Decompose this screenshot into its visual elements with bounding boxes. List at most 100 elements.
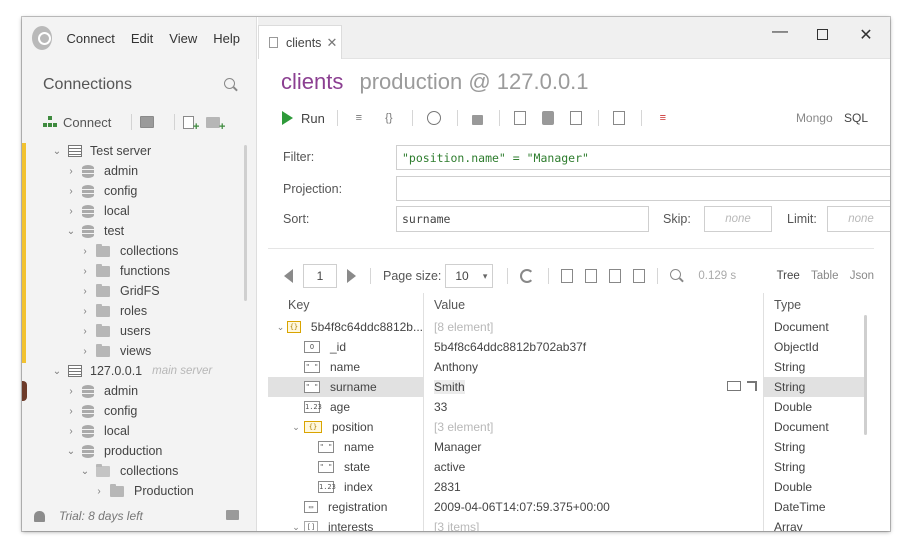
type-cell[interactable]: String	[764, 457, 864, 477]
value-cell[interactable]: Smith	[424, 377, 764, 397]
projection-input[interactable]	[396, 176, 890, 201]
history-icon[interactable]	[426, 111, 441, 125]
skip-input[interactable]: none	[704, 206, 772, 232]
delete-document-icon[interactable]	[633, 269, 646, 283]
grid-scrollbar[interactable]	[864, 315, 867, 435]
next-page-icon[interactable]	[347, 269, 356, 283]
chevron-right-icon[interactable]: ›	[64, 166, 78, 177]
key-cell[interactable]: O _id	[268, 337, 424, 357]
chevron-right-icon[interactable]: ›	[78, 246, 92, 257]
value-cell[interactable]: [3 element]	[424, 417, 764, 437]
grid-row[interactable]: ⌄{} 5b4f8c64ddc8812b... [8 element] Documen…	[268, 317, 874, 337]
grid-row[interactable]: O _id 5b4f8c64ddc8812b702ab37f ObjectId	[268, 337, 874, 357]
paste-icon[interactable]	[541, 111, 554, 125]
type-cell[interactable]: Double	[764, 477, 864, 497]
tree-item-db[interactable]: ⌄ production	[22, 441, 257, 461]
chevron-right-icon[interactable]: ›	[78, 306, 92, 317]
type-cell[interactable]: String	[764, 357, 864, 377]
type-cell[interactable]: Document	[764, 417, 864, 437]
tree-item-folder[interactable]: › collections	[22, 241, 257, 261]
edit-value-icon[interactable]	[727, 381, 741, 391]
tree-item-db[interactable]: › local	[22, 421, 257, 441]
grid-row[interactable]: ▭ registration 2009-04-06T14:07:59.375+00:…	[268, 497, 874, 517]
bell-icon[interactable]	[34, 510, 45, 522]
menu-connect[interactable]: Connect	[66, 31, 114, 46]
close-icon[interactable]: ✕	[856, 25, 876, 45]
previous-page-icon[interactable]	[284, 269, 293, 283]
type-cell[interactable]: Array	[764, 517, 864, 531]
chevron-right-icon[interactable]: ›	[92, 486, 106, 497]
value-cell[interactable]: 33	[424, 397, 764, 417]
key-cell[interactable]: " " name	[268, 357, 424, 377]
copy-icon[interactable]	[513, 111, 526, 125]
new-folder-icon[interactable]	[206, 116, 225, 133]
tree-item-db[interactable]: ⌄ test	[22, 221, 257, 241]
maximize-icon[interactable]	[812, 27, 832, 45]
chevron-right-icon[interactable]: ›	[78, 326, 92, 337]
grid-row[interactable]: 1.23 index 2831 Double	[268, 477, 874, 497]
limit-input[interactable]: none	[827, 206, 890, 232]
value-cell[interactable]: [8 element]	[424, 317, 764, 337]
tree-item-server[interactable]: ⌄ Test server	[22, 141, 257, 161]
value-cell[interactable]: active	[424, 457, 764, 477]
chevron-down-icon[interactable]: ⌄	[290, 422, 302, 433]
tree-item-folder[interactable]: › Production	[22, 481, 257, 501]
chevron-right-icon[interactable]: ›	[78, 286, 92, 297]
menu-view[interactable]: View	[169, 31, 197, 46]
chevron-down-icon[interactable]: ⌄	[64, 446, 78, 457]
tree-item-folder[interactable]: › roles	[22, 301, 257, 321]
refresh-icon[interactable]	[520, 269, 535, 283]
tree-scrollbar[interactable]	[244, 145, 247, 301]
sort-input[interactable]: surname	[396, 206, 649, 232]
view-document-icon[interactable]	[561, 269, 574, 283]
type-cell[interactable]: ObjectId	[764, 337, 864, 357]
tree-item-folder[interactable]: › views	[22, 341, 257, 361]
key-cell[interactable]: ▭ registration	[268, 497, 424, 517]
menu-edit[interactable]: Edit	[131, 31, 153, 46]
tab-clients[interactable]: clients ✕	[258, 25, 342, 59]
add-document-icon[interactable]	[612, 111, 625, 125]
value-cell[interactable]: 2009-04-06T14:07:59.375+00:00	[424, 497, 764, 517]
tree-item-folder[interactable]: ⌄ collections	[22, 461, 257, 481]
value-cell[interactable]: 2831	[424, 477, 764, 497]
value-cell[interactable]: 5b4f8c64ddc8812b702ab37f	[424, 337, 764, 357]
key-cell[interactable]: ⌄{} 5b4f8c64ddc8812b...	[268, 317, 424, 337]
run-button[interactable]: Run	[301, 111, 325, 126]
chevron-down-icon[interactable]: ⌄	[50, 366, 64, 377]
tree-item-db[interactable]: › admin	[22, 161, 257, 181]
grid-row[interactable]: " " name Anthony String	[268, 357, 874, 377]
type-cell[interactable]: Document	[764, 317, 864, 337]
chevron-down-icon[interactable]: ⌄	[50, 146, 64, 157]
chevron-down-icon[interactable]: ⌄	[276, 322, 285, 333]
braces-icon[interactable]: {}	[382, 111, 396, 125]
find-icon[interactable]	[670, 269, 684, 283]
tree-item-db[interactable]: › config	[22, 401, 257, 421]
search-icon[interactable]	[224, 78, 238, 92]
clear-icon[interactable]: ≡	[656, 111, 670, 125]
view-tree-button[interactable]: Tree	[777, 270, 800, 282]
tab-close-icon[interactable]: ✕	[326, 35, 337, 51]
tree-item-server[interactable]: ⌄ 127.0.0.1 main server	[22, 361, 257, 381]
value-column-header[interactable]: Value	[424, 293, 764, 317]
type-cell[interactable]: DateTime	[764, 497, 864, 517]
value-cell[interactable]: [3 items]	[424, 517, 764, 531]
filter-input[interactable]: "position.name" = "Manager"	[396, 145, 890, 170]
grid-row[interactable]: 1.23 age 33 Double	[268, 397, 874, 417]
expand-icon[interactable]	[747, 381, 757, 391]
chevron-right-icon[interactable]: ›	[64, 186, 78, 197]
view-json-button[interactable]: Json	[850, 270, 874, 282]
key-column-header[interactable]: Key	[268, 293, 424, 317]
edit-document-icon[interactable]	[585, 269, 598, 283]
grid-row[interactable]: ⌄{} position [3 element] Document	[268, 417, 874, 437]
chevron-right-icon[interactable]: ›	[64, 426, 78, 437]
sql-mode-button[interactable]: SQL	[844, 111, 868, 125]
key-cell[interactable]: ⌄[] interests	[268, 517, 424, 531]
tree-item-folder[interactable]: › GridFS	[22, 281, 257, 301]
insert-document-icon[interactable]	[609, 269, 622, 283]
chevron-right-icon[interactable]: ›	[64, 206, 78, 217]
new-document-icon[interactable]	[183, 115, 199, 133]
key-cell[interactable]: " " state	[268, 457, 424, 477]
type-column-header[interactable]: Type	[764, 293, 864, 317]
key-cell[interactable]: ⌄{} position	[268, 417, 424, 437]
shell-icon[interactable]	[140, 116, 155, 128]
